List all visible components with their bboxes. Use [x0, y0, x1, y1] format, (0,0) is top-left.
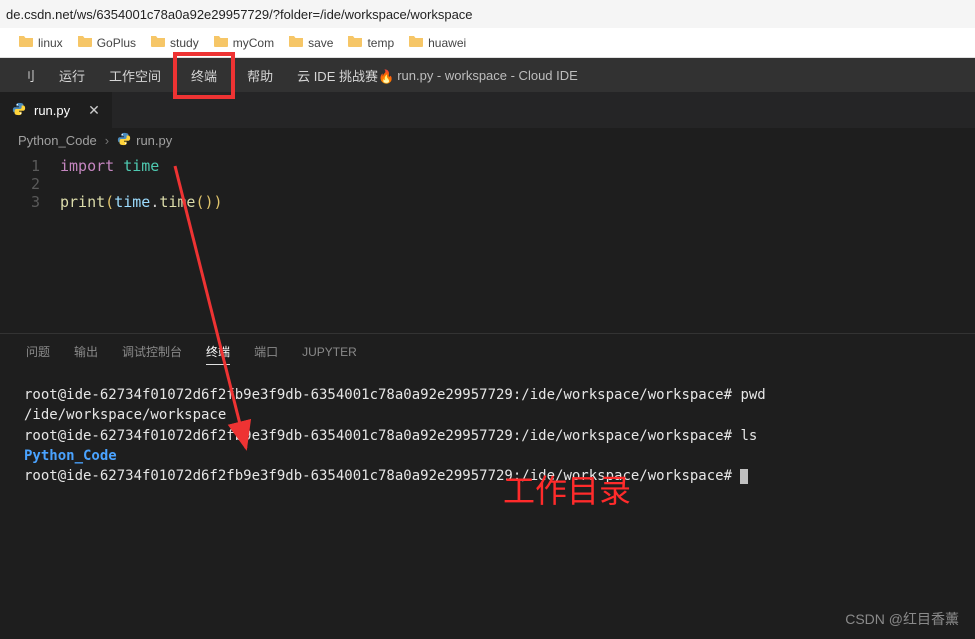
url-bar[interactable]: de.csdn.net/ws/6354001c78a0a92e29957729/…: [0, 0, 975, 28]
python-icon: [12, 102, 26, 119]
terminal-line: Python_Code: [24, 446, 951, 466]
watermark: CSDN @红目香薰: [845, 609, 959, 629]
folder-icon: [77, 34, 93, 51]
menu-帮助[interactable]: 帮助: [235, 60, 285, 91]
menu-刂[interactable]: 刂: [10, 60, 47, 91]
terminal-line: root@ide-62734f01072d6f2fb9e3f9db-635400…: [24, 466, 951, 486]
editor-line[interactable]: 2: [0, 175, 975, 193]
menu-终端[interactable]: 终端: [173, 52, 235, 99]
cursor: [740, 469, 748, 484]
terminal-line: /ide/workspace/workspace: [24, 405, 951, 425]
editor-tab-runpy[interactable]: run.py ✕: [0, 92, 112, 128]
line-number: 2: [0, 175, 60, 193]
terminal-line: root@ide-62734f01072d6f2fb9e3f9db-635400…: [24, 426, 951, 446]
folder-icon: [408, 34, 424, 51]
breadcrumb-file[interactable]: run.py: [117, 132, 172, 149]
panel-tabs: 问题输出调试控制台终端端口 JUPYTER: [0, 333, 975, 369]
menubar: 刂运行工作空间终端帮助云 IDE 挑战赛🔥run.py - workspace …: [0, 58, 975, 92]
editor-tabbar: run.py ✕: [0, 92, 975, 128]
ide-root: 刂运行工作空间终端 帮助云 IDE 挑战赛🔥run.py - workspace …: [0, 58, 975, 639]
editor-line[interactable]: 3print(time.time()): [0, 193, 975, 211]
window-title: run.py - workspace - Cloud IDE: [397, 68, 578, 83]
bookmark-study[interactable]: study: [150, 34, 199, 51]
code-editor[interactable]: 1import time23print(time.time()): [0, 153, 975, 333]
panel-tab-JUPYTER[interactable]: JUPYTER: [302, 341, 357, 363]
panel-tab-调试控制台[interactable]: 调试控制台: [122, 339, 182, 364]
folder-icon: [150, 34, 166, 51]
folder-icon: [18, 34, 34, 51]
folder-icon: [288, 34, 304, 51]
menu-运行[interactable]: 运行: [47, 60, 97, 91]
editor-line[interactable]: 1import time: [0, 157, 975, 175]
bookmark-linux[interactable]: linux: [18, 34, 63, 51]
panel-tab-终端[interactable]: 终端: [206, 339, 230, 365]
bookmark-temp[interactable]: temp: [347, 34, 394, 51]
breadcrumb[interactable]: Python_Code › run.py: [0, 128, 975, 153]
tab-label: run.py: [34, 103, 70, 118]
line-number: 3: [0, 193, 60, 211]
breadcrumb-folder[interactable]: Python_Code: [18, 133, 97, 148]
panel-tab-端口[interactable]: 端口: [254, 339, 278, 364]
terminal-line: root@ide-62734f01072d6f2fb9e3f9db-635400…: [24, 385, 951, 405]
close-icon[interactable]: ✕: [88, 102, 100, 119]
line-number: 1: [0, 157, 60, 175]
folder-icon: [347, 34, 363, 51]
terminal[interactable]: root@ide-62734f01072d6f2fb9e3f9db-635400…: [0, 369, 975, 494]
bookmark-myCom[interactable]: myCom: [213, 34, 274, 51]
panel-tab-输出[interactable]: 输出: [74, 339, 98, 364]
annotation-label: 工作目录: [503, 466, 631, 512]
menu-云 IDE 挑战赛[interactable]: 云 IDE 挑战赛🔥: [285, 60, 406, 91]
bookmark-huawei[interactable]: huawei: [408, 34, 466, 51]
bookmarks-bar: linux GoPlus study myCom save temp huawei: [0, 28, 975, 58]
python-icon: [117, 132, 131, 149]
bookmark-GoPlus[interactable]: GoPlus: [77, 34, 136, 51]
chevron-right-icon: ›: [105, 133, 109, 148]
menu-工作空间[interactable]: 工作空间: [97, 60, 173, 91]
panel-tab-问题[interactable]: 问题: [26, 339, 50, 364]
folder-icon: [213, 34, 229, 51]
bookmark-save[interactable]: save: [288, 34, 333, 51]
